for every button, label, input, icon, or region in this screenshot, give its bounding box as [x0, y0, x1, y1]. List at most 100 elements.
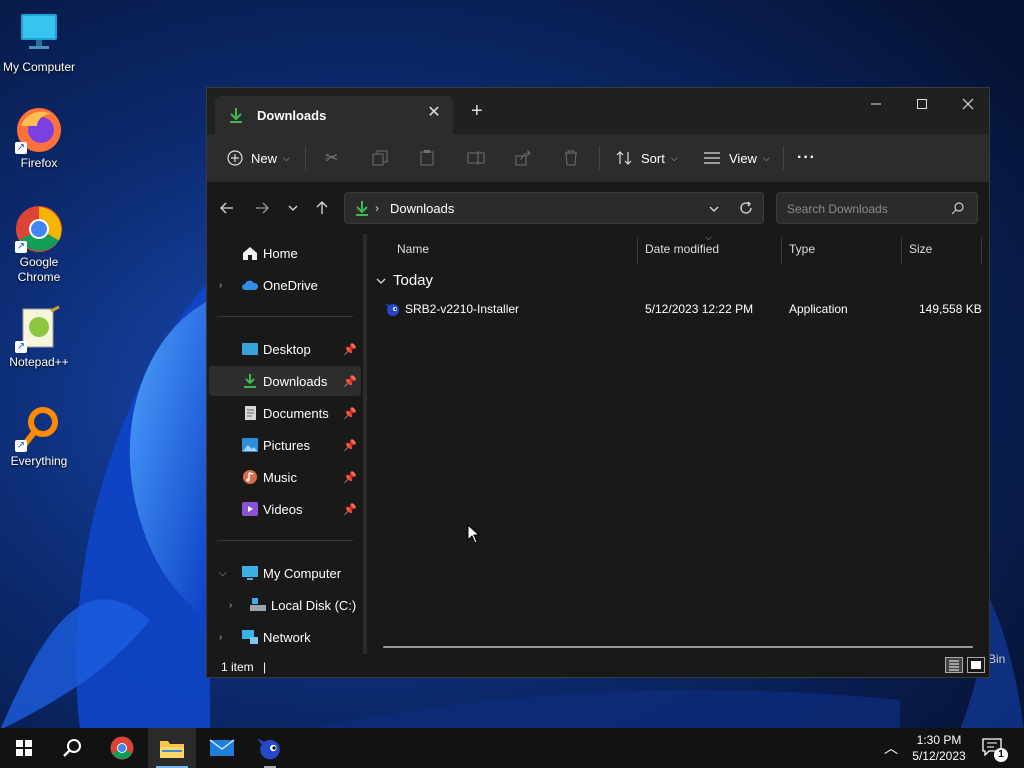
rename-button[interactable]: [467, 134, 485, 182]
minimize-button[interactable]: [853, 88, 899, 120]
taskbar-file-explorer[interactable]: [148, 728, 196, 768]
recycle-bin-label-partial[interactable]: Bin: [988, 652, 1005, 666]
horizontal-scrollbar[interactable]: [383, 646, 973, 648]
file-explorer-window: Downloads ✕ + New ⌵ ✂ Sort ⌵ View ⌵ ··· …: [206, 87, 990, 678]
column-divider[interactable]: [981, 238, 982, 264]
taskbar-srb2[interactable]: [246, 728, 294, 768]
column-header-date[interactable]: Date modified: [645, 242, 719, 256]
nav-item-label: My Computer: [263, 565, 342, 581]
group-header-today[interactable]: Today: [375, 272, 433, 289]
details-view-icon[interactable]: [945, 657, 963, 673]
notification-center-button[interactable]: 1: [982, 738, 1008, 762]
chevron-down-icon[interactable]: [708, 203, 720, 215]
monitor-icon: [15, 10, 63, 58]
document-icon: [245, 406, 256, 420]
nav-item-documents[interactable]: Documents 📌: [209, 398, 361, 428]
pin-icon[interactable]: 📌: [343, 439, 357, 452]
shortcut-arrow-icon: ↗: [15, 341, 27, 353]
column-header-name[interactable]: Name: [397, 242, 429, 256]
chevron-right-icon[interactable]: ›: [219, 632, 222, 643]
chevron-down-icon[interactable]: ⌵: [219, 568, 227, 579]
column-divider[interactable]: [637, 238, 638, 264]
nav-item-label: Downloads: [263, 373, 328, 389]
status-separator: |: [263, 660, 267, 674]
chevron-right-icon[interactable]: ›: [229, 600, 232, 611]
forward-button[interactable]: [250, 196, 274, 220]
nav-item-home[interactable]: Home: [209, 238, 361, 268]
search-box[interactable]: [776, 192, 978, 224]
breadcrumb-downloads[interactable]: Downloads: [390, 201, 454, 216]
show-hidden-icons-chevron-icon[interactable]: ︿: [884, 738, 898, 758]
nav-item-pictures[interactable]: Pictures 📌: [209, 430, 361, 460]
nav-divider: [217, 540, 353, 541]
home-icon: [243, 247, 257, 260]
nav-item-label: Home: [263, 245, 298, 261]
recent-locations-button[interactable]: [281, 196, 305, 220]
large-icons-view-icon[interactable]: [967, 657, 985, 673]
mail-icon: [209, 739, 235, 756]
up-button[interactable]: [310, 196, 334, 220]
chevron-right-icon[interactable]: ›: [219, 280, 222, 291]
search-icon[interactable]: [951, 202, 964, 215]
tab-title: Downloads: [257, 107, 327, 123]
maximize-icon: [917, 99, 927, 109]
title-bar[interactable]: Downloads ✕ +: [207, 88, 989, 134]
share-button[interactable]: [515, 134, 531, 182]
desktop-icon-everything[interactable]: ↗ Everything: [0, 404, 78, 469]
nav-item-onedrive[interactable]: › OneDrive: [209, 270, 361, 300]
chevron-down-icon: ⌵: [762, 152, 770, 163]
nav-item-network[interactable]: › Network: [209, 622, 361, 652]
search-button[interactable]: [48, 728, 96, 768]
copy-button[interactable]: [372, 134, 388, 182]
nav-item-videos[interactable]: Videos 📌: [209, 494, 361, 524]
sort-button[interactable]: Sort ⌵: [615, 134, 678, 182]
pin-icon[interactable]: 📌: [343, 503, 357, 516]
pin-icon[interactable]: 📌: [343, 407, 357, 420]
pin-icon[interactable]: 📌: [343, 471, 357, 484]
start-button[interactable]: [0, 728, 48, 768]
everything-search-icon: ↗: [15, 404, 63, 452]
column-header-size[interactable]: Size: [909, 242, 932, 256]
clock[interactable]: 1:30 PM 5/12/2023: [906, 732, 972, 764]
maximize-button[interactable]: [899, 88, 945, 120]
nav-item-label: Pictures: [263, 437, 310, 453]
file-row[interactable]: SRB2-v2210-Installer 5/12/2023 12:22 PM …: [367, 296, 987, 322]
taskbar-chrome[interactable]: [98, 728, 146, 768]
close-button[interactable]: [945, 88, 991, 120]
nav-item-my-computer[interactable]: ⌵ My Computer: [209, 558, 361, 588]
desktop-icon-notepadpp[interactable]: ↗ Notepad++: [0, 305, 78, 370]
new-button[interactable]: New ⌵: [227, 134, 290, 182]
new-tab-icon[interactable]: +: [471, 101, 483, 121]
delete-button[interactable]: [563, 134, 579, 182]
nav-item-desktop[interactable]: Desktop 📌: [209, 334, 361, 364]
taskbar: ︿ 1:30 PM 5/12/2023 1: [0, 728, 1024, 768]
nav-item-music[interactable]: Music 📌: [209, 462, 361, 492]
pin-icon[interactable]: 📌: [343, 343, 357, 356]
desktop-icon-label: Firefox: [20, 156, 58, 170]
desktop-icon-firefox[interactable]: ↗ Firefox: [0, 106, 78, 171]
back-button[interactable]: [215, 196, 239, 220]
view-button[interactable]: View ⌵: [703, 134, 770, 182]
column-divider[interactable]: [781, 238, 782, 264]
tab-downloads[interactable]: Downloads ✕: [215, 96, 453, 134]
taskbar-mail[interactable]: [198, 728, 246, 768]
item-count: 1 item: [221, 660, 254, 674]
nav-item-downloads[interactable]: Downloads 📌: [209, 366, 361, 396]
column-header-type[interactable]: Type: [789, 242, 815, 256]
toolbar-divider: [599, 146, 600, 170]
paste-button[interactable]: [419, 134, 435, 182]
music-icon: [243, 470, 257, 484]
column-divider[interactable]: [901, 238, 902, 264]
nav-item-local-disk[interactable]: › Local Disk (C:): [209, 590, 361, 620]
windows-logo-icon: [16, 740, 32, 756]
see-more-button[interactable]: ···: [797, 134, 816, 182]
trash-icon: [565, 150, 577, 166]
desktop-icon-chrome[interactable]: ↗ Google Chrome: [0, 205, 78, 285]
address-bar[interactable]: › Downloads: [344, 192, 764, 224]
pin-icon[interactable]: 📌: [343, 375, 357, 388]
search-input[interactable]: [785, 199, 949, 219]
desktop-icon-my-computer[interactable]: My Computer: [0, 10, 78, 75]
refresh-icon[interactable]: [739, 201, 753, 215]
cut-button[interactable]: ✂: [325, 134, 338, 182]
close-tab-icon[interactable]: ✕: [427, 105, 441, 121]
